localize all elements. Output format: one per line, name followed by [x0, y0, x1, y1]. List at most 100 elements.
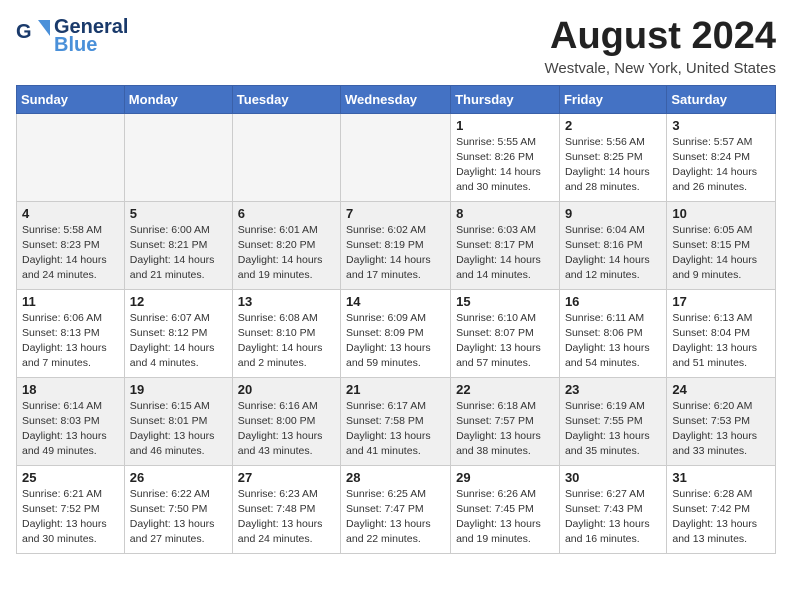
day-info: Sunrise: 5:57 AMSunset: 8:24 PMDaylight:… — [672, 135, 770, 196]
day-info: Sunrise: 6:20 AMSunset: 7:53 PMDaylight:… — [672, 399, 770, 460]
day-info: Sunrise: 6:19 AMSunset: 7:55 PMDaylight:… — [565, 399, 661, 460]
col-thursday: Thursday — [451, 85, 560, 113]
col-saturday: Saturday — [667, 85, 776, 113]
calendar-cell: 5Sunrise: 6:00 AMSunset: 8:21 PMDaylight… — [124, 201, 232, 289]
day-info: Sunrise: 6:05 AMSunset: 8:15 PMDaylight:… — [672, 223, 770, 284]
day-number: 30 — [565, 470, 661, 485]
calendar-cell: 31 Sunrise: 6:28 AMSunset: 7:42 PMDayligh… — [667, 465, 776, 553]
day-number: 13 — [238, 294, 335, 309]
calendar-week-row: 18 Sunrise: 6:14 AMSunset: 8:03 PMDayligh… — [17, 377, 776, 465]
day-number: 23 — [565, 382, 661, 397]
calendar-cell — [341, 113, 451, 201]
calendar-cell: 3 Sunrise: 5:57 AMSunset: 8:24 PMDaylight… — [667, 113, 776, 201]
day-info: Sunrise: 6:27 AMSunset: 7:43 PMDaylight:… — [565, 487, 661, 548]
day-info: Sunrise: 6:04 AMSunset: 8:16 PMDaylight:… — [565, 223, 661, 284]
day-info: Sunrise: 6:25 AMSunset: 7:47 PMDaylight:… — [346, 487, 445, 548]
calendar-cell: 23 Sunrise: 6:19 AMSunset: 7:55 PMDayligh… — [559, 377, 666, 465]
day-number: 9 — [565, 206, 661, 221]
calendar-cell — [232, 113, 340, 201]
calendar-cell: 4 Sunrise: 5:58 AMSunset: 8:23 PMDaylight… — [17, 201, 125, 289]
location-title: Westvale, New York, United States — [544, 60, 776, 77]
day-info: Sunrise: 6:03 AMSunset: 8:17 PMDaylight:… — [456, 223, 554, 284]
month-title: August 2024 — [544, 16, 776, 58]
calendar-cell: 29Sunrise: 6:26 AMSunset: 7:45 PMDayligh… — [451, 465, 560, 553]
calendar-week-row: 11 Sunrise: 6:06 AMSunset: 8:13 PMDayligh… — [17, 289, 776, 377]
day-info: Sunrise: 6:17 AMSunset: 7:58 PMDaylight:… — [346, 399, 445, 460]
logo-icon: G — [16, 18, 52, 54]
day-number: 8 — [456, 206, 554, 221]
day-info: Sunrise: 6:16 AMSunset: 8:00 PMDaylight:… — [238, 399, 335, 460]
calendar-cell: 14 Sunrise: 6:09 AMSunset: 8:09 PMDayligh… — [341, 289, 451, 377]
col-sunday: Sunday — [17, 85, 125, 113]
calendar-cell: 15 Sunrise: 6:10 AMSunset: 8:07 PMDayligh… — [451, 289, 560, 377]
calendar-cell: 20 Sunrise: 6:16 AMSunset: 8:00 PMDayligh… — [232, 377, 340, 465]
day-info: Sunrise: 6:08 AMSunset: 8:10 PMDaylight:… — [238, 311, 335, 372]
day-info: Sunrise: 6:18 AMSunset: 7:57 PMDaylight:… — [456, 399, 554, 460]
day-number: 17 — [672, 294, 770, 309]
day-info: Sunrise: 6:22 AMSunset: 7:50 PMDaylight:… — [130, 487, 227, 548]
day-info: Sunrise: 6:28 AMSunset: 7:42 PMDaylight:… — [672, 487, 770, 548]
calendar-cell: 28Sunrise: 6:25 AMSunset: 7:47 PMDayligh… — [341, 465, 451, 553]
calendar-cell: 24Sunrise: 6:20 AMSunset: 7:53 PMDayligh… — [667, 377, 776, 465]
day-number: 14 — [346, 294, 445, 309]
calendar-cell: 13 Sunrise: 6:08 AMSunset: 8:10 PMDayligh… — [232, 289, 340, 377]
calendar-cell: 16 Sunrise: 6:11 AMSunset: 8:06 PMDayligh… — [559, 289, 666, 377]
day-info: Sunrise: 6:13 AMSunset: 8:04 PMDaylight:… — [672, 311, 770, 372]
day-number: 10 — [672, 206, 770, 221]
day-info: Sunrise: 6:21 AMSunset: 7:52 PMDaylight:… — [22, 487, 119, 548]
day-number: 19 — [130, 382, 227, 397]
day-info: Sunrise: 6:26 AMSunset: 7:45 PMDaylight:… — [456, 487, 554, 548]
day-info: Sunrise: 6:01 AMSunset: 8:20 PMDaylight:… — [238, 223, 335, 284]
day-info: Sunrise: 5:55 AMSunset: 8:26 PMDaylight:… — [456, 135, 554, 196]
calendar-cell — [124, 113, 232, 201]
day-info: Sunrise: 6:14 AMSunset: 8:03 PMDaylight:… — [22, 399, 119, 460]
col-wednesday: Wednesday — [341, 85, 451, 113]
day-info: Sunrise: 6:09 AMSunset: 8:09 PMDaylight:… — [346, 311, 445, 372]
calendar-cell: 10 Sunrise: 6:05 AMSunset: 8:15 PMDayligh… — [667, 201, 776, 289]
day-info: Sunrise: 6:15 AMSunset: 8:01 PMDaylight:… — [130, 399, 227, 460]
day-number: 6 — [238, 206, 335, 221]
day-number: 31 — [672, 470, 770, 485]
day-number: 15 — [456, 294, 554, 309]
day-number: 12 — [130, 294, 227, 309]
day-info: Sunrise: 6:10 AMSunset: 8:07 PMDaylight:… — [456, 311, 554, 372]
calendar-cell: 9 Sunrise: 6:04 AMSunset: 8:16 PMDaylight… — [559, 201, 666, 289]
day-number: 5 — [130, 206, 227, 221]
calendar-cell: 17 Sunrise: 6:13 AMSunset: 8:04 PMDayligh… — [667, 289, 776, 377]
day-number: 11 — [22, 294, 119, 309]
day-number: 4 — [22, 206, 119, 221]
day-number: 18 — [22, 382, 119, 397]
day-info: Sunrise: 5:56 AMSunset: 8:25 PMDaylight:… — [565, 135, 661, 196]
calendar-header-row: Sunday Monday Tuesday Wednesday Thursday… — [17, 85, 776, 113]
calendar-cell: 22 Sunrise: 6:18 AMSunset: 7:57 PMDayligh… — [451, 377, 560, 465]
day-number: 21 — [346, 382, 445, 397]
calendar-cell: 12Sunrise: 6:07 AMSunset: 8:12 PMDayligh… — [124, 289, 232, 377]
header: G General Blue August 2024 Westvale, New… — [16, 16, 776, 77]
calendar-table: Sunday Monday Tuesday Wednesday Thursday… — [16, 85, 776, 554]
calendar-cell: 8 Sunrise: 6:03 AMSunset: 8:17 PMDaylight… — [451, 201, 560, 289]
day-number: 26 — [130, 470, 227, 485]
calendar-week-row: 1 Sunrise: 5:55 AMSunset: 8:26 PMDaylight… — [17, 113, 776, 201]
logo-blue: Blue — [54, 34, 128, 56]
day-number: 27 — [238, 470, 335, 485]
day-info: Sunrise: 6:06 AMSunset: 8:13 PMDaylight:… — [22, 311, 119, 372]
calendar-week-row: 25 Sunrise: 6:21 AMSunset: 7:52 PMDayligh… — [17, 465, 776, 553]
calendar-cell: 19 Sunrise: 6:15 AMSunset: 8:01 PMDayligh… — [124, 377, 232, 465]
day-info: Sunrise: 6:02 AMSunset: 8:19 PMDaylight:… — [346, 223, 445, 284]
day-info: Sunrise: 5:58 AMSunset: 8:23 PMDaylight:… — [22, 223, 119, 284]
title-section: August 2024 Westvale, New York, United S… — [544, 16, 776, 77]
day-number: 25 — [22, 470, 119, 485]
day-number: 22 — [456, 382, 554, 397]
calendar-cell: 30 Sunrise: 6:27 AMSunset: 7:43 PMDayligh… — [559, 465, 666, 553]
day-info: Sunrise: 6:11 AMSunset: 8:06 PMDaylight:… — [565, 311, 661, 372]
day-number: 1 — [456, 118, 554, 133]
day-number: 20 — [238, 382, 335, 397]
day-info: Sunrise: 6:23 AMSunset: 7:48 PMDaylight:… — [238, 487, 335, 548]
calendar-cell: 1 Sunrise: 5:55 AMSunset: 8:26 PMDaylight… — [451, 113, 560, 201]
calendar-cell: 18 Sunrise: 6:14 AMSunset: 8:03 PMDayligh… — [17, 377, 125, 465]
day-number: 16 — [565, 294, 661, 309]
col-monday: Monday — [124, 85, 232, 113]
logo: G General Blue — [16, 16, 128, 56]
calendar-week-row: 4 Sunrise: 5:58 AMSunset: 8:23 PMDaylight… — [17, 201, 776, 289]
day-number: 3 — [672, 118, 770, 133]
